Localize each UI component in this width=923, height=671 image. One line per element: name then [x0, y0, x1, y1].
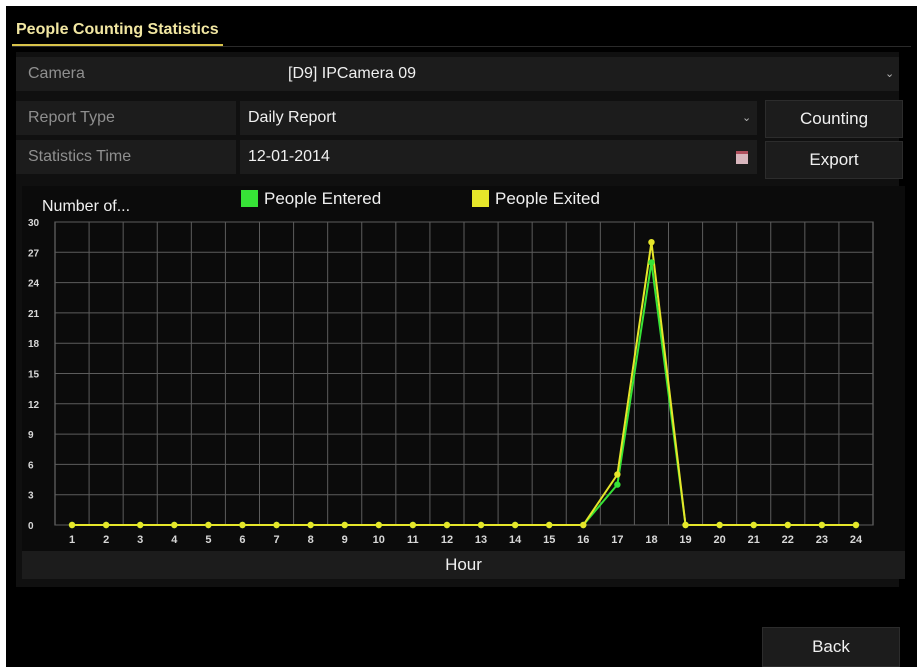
report-type-label: Report Type: [28, 109, 115, 126]
legend-swatch-entered: [241, 190, 258, 207]
chevron-down-icon[interactable]: ⌄: [885, 57, 894, 91]
legend-label-exited: People Exited: [495, 189, 600, 208]
legend-swatch-exited: [472, 190, 489, 207]
calendar-icon[interactable]: [736, 151, 748, 164]
report-type-select[interactable]: Daily Report ⌄: [240, 101, 757, 135]
camera-row: Camera [D9] IPCamera 09 ⌄: [16, 57, 899, 91]
chart-area: [22, 186, 905, 556]
tab-people-counting-statistics[interactable]: People Counting Statistics: [12, 18, 223, 46]
statistics-time-field[interactable]: 12-01-2014: [240, 140, 757, 174]
report-type-label-cell: Report Type: [16, 101, 236, 135]
x-axis-bar: Hour: [22, 551, 905, 579]
statistics-time-label-cell: Statistics Time: [16, 140, 236, 174]
chevron-down-icon[interactable]: ⌄: [742, 101, 751, 135]
camera-label: Camera: [28, 65, 85, 82]
camera-select[interactable]: [D9] IPCamera 09: [288, 57, 416, 91]
report-type-value: Daily Report: [248, 109, 337, 126]
export-button[interactable]: Export: [765, 141, 903, 179]
legend-label-entered: People Entered: [264, 189, 382, 208]
x-axis-label: Hour: [445, 555, 482, 574]
y-axis-label: Number of...: [42, 198, 131, 215]
statistics-time-value: 12-01-2014: [248, 148, 330, 165]
statistics-time-label: Statistics Time: [28, 148, 132, 165]
back-button[interactable]: Back: [762, 627, 900, 667]
counting-button[interactable]: Counting: [765, 100, 903, 138]
tab-divider: [12, 46, 911, 47]
